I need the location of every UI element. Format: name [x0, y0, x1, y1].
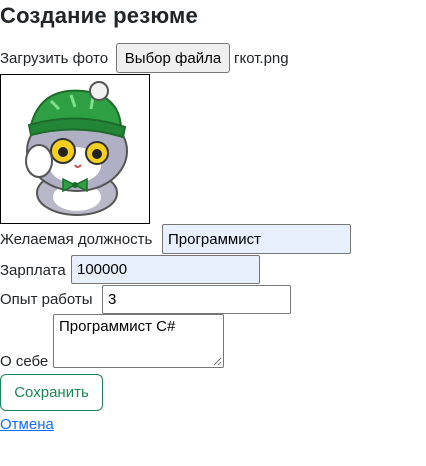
save-button[interactable]: Сохранить	[0, 374, 103, 411]
position-input[interactable]	[162, 224, 351, 254]
cancel-link[interactable]: Отмена	[0, 416, 54, 434]
about-label: О себе	[0, 353, 49, 370]
experience-label: Опыт работы	[0, 291, 93, 308]
cat-avatar-icon	[25, 81, 128, 216]
about-field-wrapper: Программист C#	[53, 314, 224, 368]
position-label: Желаемая должность	[0, 231, 153, 248]
photo-label: Загрузить фото	[0, 50, 109, 67]
photo-preview	[0, 74, 150, 224]
salary-input[interactable]	[71, 255, 260, 284]
about-textarea[interactable]: Программист C#	[53, 314, 224, 368]
file-name: гкот.png	[234, 50, 289, 67]
salary-label: Зарплата	[0, 262, 66, 279]
choose-file-button[interactable]: Выбор файла	[116, 43, 230, 73]
page-title: Создание резюме	[0, 3, 198, 28]
experience-input[interactable]	[102, 285, 291, 314]
resize-handle-icon[interactable]	[212, 356, 222, 366]
